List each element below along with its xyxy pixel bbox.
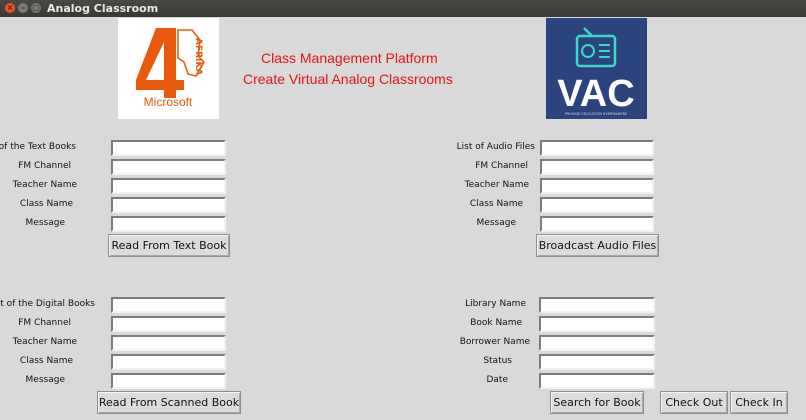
search-for-book-button[interactable]: Search for Book xyxy=(550,391,644,414)
window-titlebar: × – □ Analog Classroom xyxy=(0,0,806,17)
read-from-scanned-book-button[interactable]: Read From Scanned Book xyxy=(97,391,241,414)
digital-teacher-name-input[interactable] xyxy=(111,335,226,351)
afrika-microsoft-logo: AFRIKA Microsoft xyxy=(118,18,219,119)
message-label: Message xyxy=(25,218,65,228)
fm-channel-input[interactable] xyxy=(111,159,226,175)
book-name-label: Book Name xyxy=(470,318,522,328)
digital-books-label: List of the Digital Books xyxy=(0,299,95,309)
text-books-input[interactable] xyxy=(111,140,226,156)
audio-class-name-label: Class Name xyxy=(469,199,523,209)
audio-teacher-name-input[interactable] xyxy=(540,178,654,194)
borrower-name-input[interactable] xyxy=(539,335,655,351)
page-title: Class Management Platform xyxy=(261,50,438,66)
check-in-button[interactable]: Check In xyxy=(730,391,788,414)
digital-fm-channel-input[interactable] xyxy=(111,316,226,332)
digital-message-label: Message xyxy=(25,375,65,385)
status-input[interactable] xyxy=(539,354,655,370)
book-name-input[interactable] xyxy=(539,316,655,332)
audio-message-label: Message xyxy=(476,218,516,228)
vac-logo: VAC PROVIDE EDUCATION EVERYWHERE xyxy=(546,18,647,119)
digital-fm-channel-label: FM Channel xyxy=(18,318,71,328)
status-label: Status xyxy=(483,356,512,366)
check-out-button[interactable]: Check Out xyxy=(660,391,728,414)
date-input[interactable] xyxy=(539,373,655,389)
library-name-input[interactable] xyxy=(539,297,655,313)
africa-map-icon: AFRIKA Microsoft xyxy=(136,28,205,109)
teacher-name-input[interactable] xyxy=(111,178,226,194)
radio-icon: VAC PROVIDE EDUCATION EVERYWHERE xyxy=(557,27,635,116)
digital-message-input[interactable] xyxy=(111,373,226,389)
audio-teacher-name-label: Teacher Name xyxy=(464,180,529,190)
library-name-label: Library Name xyxy=(465,299,526,309)
page-subtitle: Create Virtual Analog Classrooms xyxy=(243,71,453,87)
minimize-window-icon[interactable]: – xyxy=(18,3,28,13)
fm-channel-label: FM Channel xyxy=(18,161,71,171)
audio-class-name-input[interactable] xyxy=(540,197,654,213)
digital-class-name-input[interactable] xyxy=(111,354,226,370)
date-label: Date xyxy=(486,375,508,385)
borrower-name-label: Borrower Name xyxy=(459,337,530,347)
digital-class-name-label: Class Name xyxy=(19,356,73,366)
text-books-label: List of the Text Books xyxy=(0,142,76,152)
close-window-icon[interactable]: × xyxy=(5,3,15,13)
class-name-input[interactable] xyxy=(111,197,226,213)
audio-files-input[interactable] xyxy=(540,140,654,156)
teacher-name-label: Teacher Name xyxy=(12,180,77,190)
broadcast-audio-files-button[interactable]: Broadcast Audio Files xyxy=(536,234,659,257)
audio-fm-channel-input[interactable] xyxy=(540,159,654,175)
window-title: Analog Classroom xyxy=(47,2,159,15)
svg-text:AFRIKA: AFRIKA xyxy=(193,38,203,75)
digital-books-input[interactable] xyxy=(111,297,226,313)
audio-files-label: List of Audio Files xyxy=(456,142,535,152)
maximize-window-icon[interactable]: □ xyxy=(31,3,41,13)
audio-fm-channel-label: FM Channel xyxy=(475,161,528,171)
microsoft-wordmark: Microsoft xyxy=(144,95,193,109)
digital-teacher-name-label: Teacher Name xyxy=(12,337,77,347)
svg-text:PROVIDE EDUCATION EVERYWHERE: PROVIDE EDUCATION EVERYWHERE xyxy=(565,112,627,116)
read-from-text-book-button[interactable]: Read From Text Book xyxy=(108,234,230,257)
message-input[interactable] xyxy=(111,216,226,232)
class-name-label: Class Name xyxy=(19,199,73,209)
vac-wordmark: VAC xyxy=(557,73,634,115)
audio-message-input[interactable] xyxy=(540,216,654,232)
